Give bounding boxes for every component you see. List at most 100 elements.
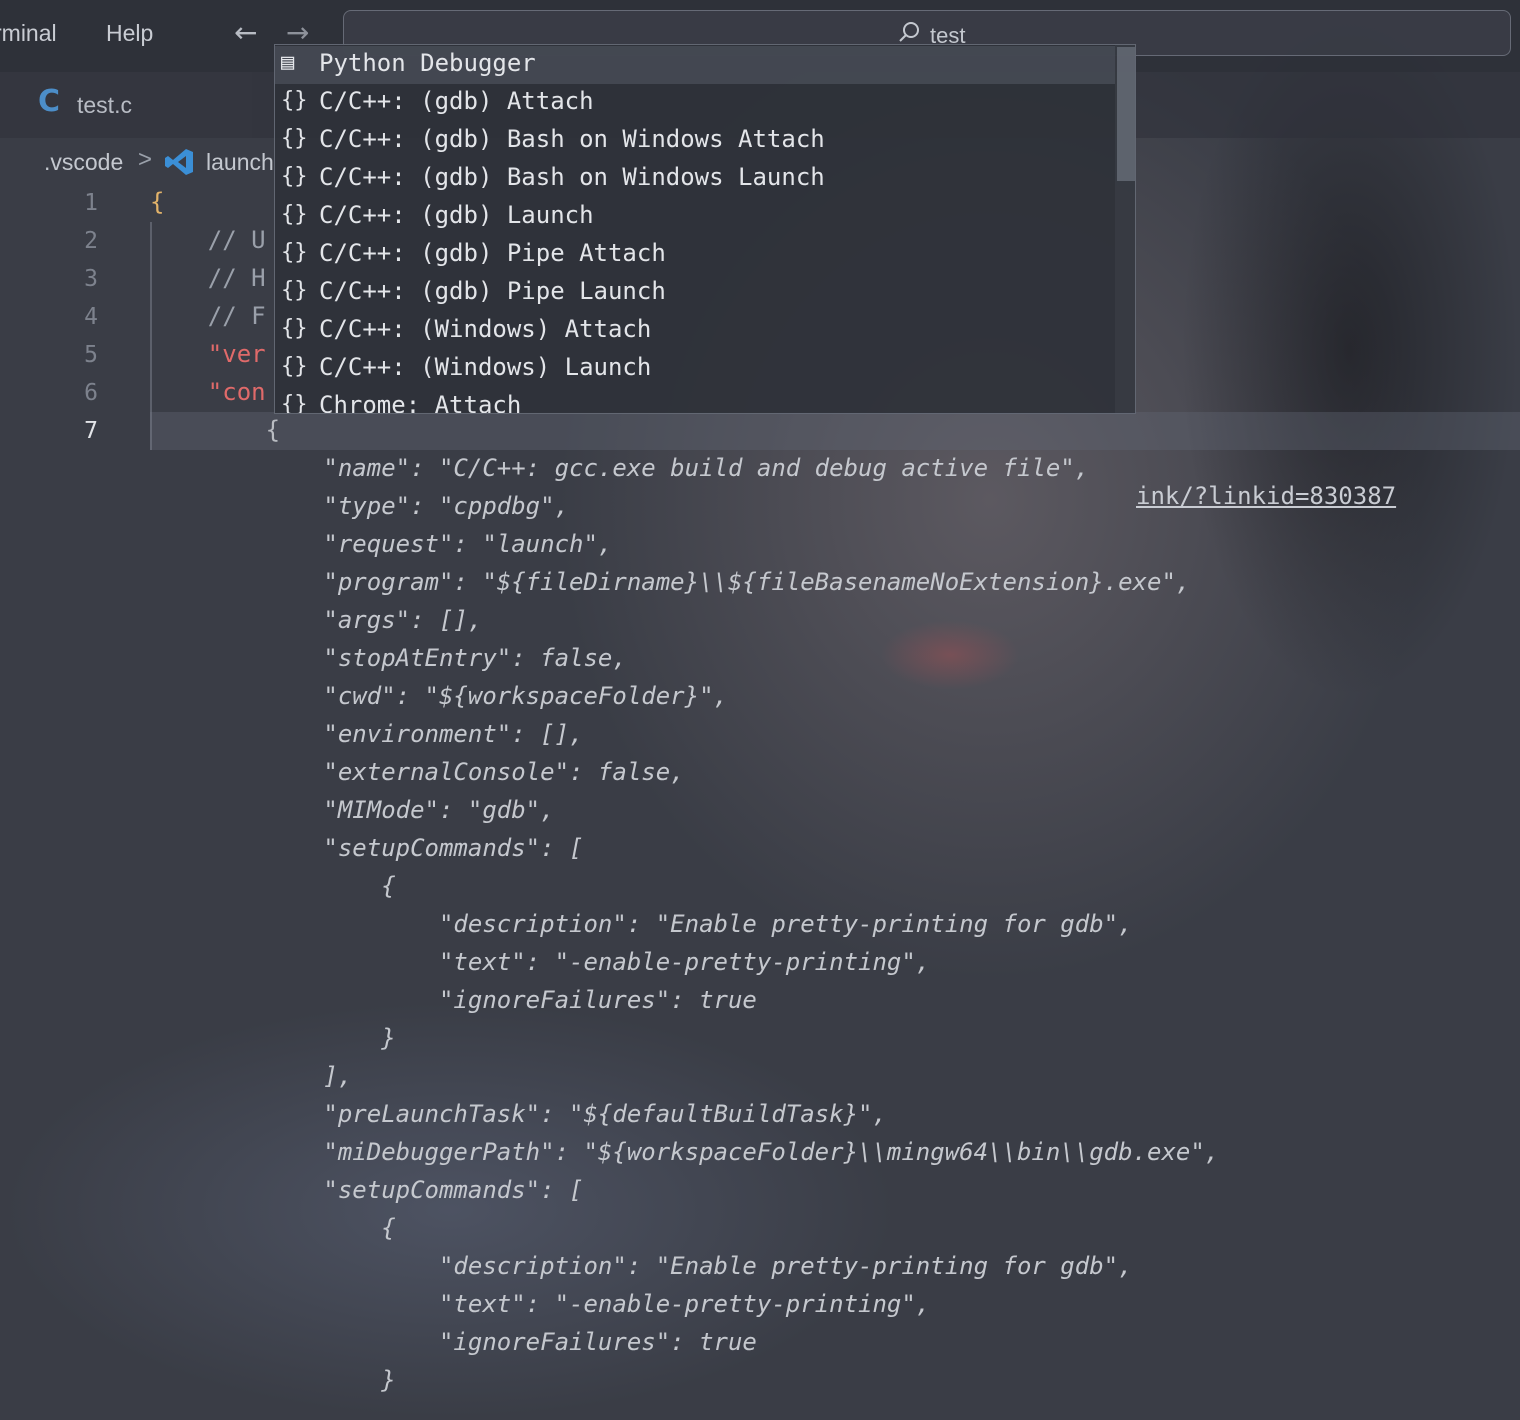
suggestion-item[interactable]: {} C/C++: (gdb) Bash on Windows Launch	[275, 160, 1115, 198]
suggestion-scrollbar[interactable]	[1115, 45, 1135, 413]
code-line-text: }	[150, 1366, 396, 1394]
code-line-text: // U	[150, 226, 266, 254]
suggestion-label: C/C++: (gdb) Pipe Launch	[319, 277, 666, 305]
code-line[interactable]: "environment": [],	[150, 720, 583, 748]
breadcrumb-folder[interactable]: .vscode	[44, 149, 123, 176]
code-line[interactable]: "preLaunchTask": "${defaultBuildTask}",	[150, 1100, 887, 1128]
code-line-text: // F	[150, 302, 266, 330]
code-line-text: "name": "C/C++: gcc.exe build and debug …	[150, 454, 1090, 482]
code-line[interactable]: "type": "cppdbg",	[150, 492, 569, 520]
code-line-text: {	[150, 188, 165, 216]
code-line[interactable]: // U	[150, 226, 266, 254]
code-line-text: "program": "${fileDirname}\\${fileBasena…	[150, 568, 1191, 596]
chevron-right-icon: >	[138, 146, 153, 173]
braces-icon: {}	[281, 392, 308, 414]
code-line[interactable]: "text": "-enable-pretty-printing",	[150, 1290, 930, 1318]
code-line[interactable]: ],	[150, 1062, 352, 1090]
code-line-text: }	[150, 1024, 396, 1052]
line-number: 5	[84, 342, 98, 368]
code-line[interactable]: "MIMode": "gdb",	[150, 796, 555, 824]
current-line-highlight	[150, 412, 1520, 450]
suggestion-label: Python Debugger	[319, 49, 536, 77]
code-line[interactable]: "stopAtEntry": false,	[150, 644, 626, 672]
suggestion-label: Chrome: Attach	[319, 391, 522, 414]
code-line[interactable]: "miDebuggerPath": "${workspaceFolder}\\m…	[150, 1138, 1219, 1166]
suggestion-item[interactable]: {} C/C++: (gdb) Pipe Launch	[275, 274, 1115, 312]
code-line[interactable]: "program": "${fileDirname}\\${fileBasena…	[150, 568, 1190, 596]
code-line-text: {	[150, 416, 281, 444]
search-icon	[899, 22, 919, 42]
code-line[interactable]: }	[150, 1024, 396, 1052]
code-line-text: "ignoreFailures": true	[150, 986, 757, 1014]
code-line-text: "request": "launch",	[150, 530, 613, 558]
code-line[interactable]: "externalConsole": false,	[150, 758, 685, 786]
code-line[interactable]: "setupCommands": [	[150, 834, 583, 862]
tab-label: test.c	[77, 92, 132, 118]
line-number: 2	[84, 228, 98, 254]
code-line[interactable]: "description": "Enable pretty-printing f…	[150, 910, 1133, 938]
code-line-text: {	[150, 872, 396, 900]
code-line-text: "externalConsole": false,	[150, 758, 685, 786]
suggestion-item[interactable]: {} C/C++: (gdb) Pipe Attach	[275, 236, 1115, 274]
c-language-icon: C	[38, 84, 61, 119]
code-line[interactable]: // H	[150, 264, 266, 292]
code-line[interactable]: "ignoreFailures": true	[150, 1328, 757, 1356]
code-line-text: ],	[150, 1062, 353, 1090]
line-number: 1	[84, 190, 98, 216]
code-line-text: "environment": [],	[150, 720, 584, 748]
braces-icon: {}	[281, 354, 308, 379]
code-line[interactable]: "text": "-enable-pretty-printing",	[150, 948, 930, 976]
line-number: 7	[84, 418, 98, 444]
suggestion-item[interactable]: {} C/C++: (Windows) Attach	[275, 312, 1115, 350]
suggestion-label: C/C++: (gdb) Launch	[319, 201, 594, 229]
code-line[interactable]: "setupCommands": [	[150, 1176, 583, 1204]
suggestion-item[interactable]: ▤ Python Debugger	[275, 46, 1115, 84]
code-line[interactable]: }	[150, 1366, 396, 1394]
code-line[interactable]: {	[150, 1214, 395, 1242]
braces-icon: {}	[281, 240, 308, 265]
code-line[interactable]: "con	[150, 378, 266, 406]
line-number: 6	[84, 380, 98, 406]
code-line-text: "MIMode": "gdb",	[150, 796, 555, 824]
scrollbar-thumb[interactable]	[1117, 47, 1135, 181]
suggestion-item[interactable]: {} C/C++: (Windows) Launch	[275, 350, 1115, 388]
code-line[interactable]: {	[150, 188, 164, 216]
code-line-text: "setupCommands": [	[150, 1176, 584, 1204]
code-line[interactable]: "name": "C/C++: gcc.exe build and debug …	[150, 454, 1089, 482]
menu-terminal[interactable]: rminal	[0, 20, 57, 47]
suggestion-item[interactable]: {} C/C++: (gdb) Launch	[275, 198, 1115, 236]
suggestion-item[interactable]: {} C/C++: (gdb) Attach	[275, 84, 1115, 122]
breadcrumb-file[interactable]: launch	[206, 149, 274, 176]
code-line[interactable]: // F	[150, 302, 266, 330]
code-line[interactable]: "description": "Enable pretty-printing f…	[150, 1252, 1133, 1280]
code-line[interactable]: {	[150, 872, 396, 900]
line-number: 3	[84, 266, 98, 292]
code-line[interactable]: "request": "launch",	[150, 530, 612, 558]
suggestion-label: C/C++: (gdb) Attach	[319, 87, 594, 115]
code-link[interactable]: ink/?linkid=830387	[1136, 482, 1396, 510]
code-line[interactable]: "args": [],	[150, 606, 482, 634]
tab-test-c[interactable]: C test.c	[0, 72, 252, 138]
code-line[interactable]: {	[150, 416, 280, 444]
back-arrow-icon[interactable]: ←	[234, 16, 257, 49]
code-line-text: "ignoreFailures": true	[150, 1328, 757, 1356]
suggestion-item[interactable]: {} C/C++: (gdb) Bash on Windows Attach	[275, 122, 1115, 160]
code-line-text: "text": "-enable-pretty-printing",	[150, 948, 931, 976]
suggestion-item[interactable]: {} Chrome: Attach	[275, 388, 1115, 414]
code-line-text: "description": "Enable pretty-printing f…	[150, 1252, 1133, 1280]
code-line-text: "args": [],	[150, 606, 483, 634]
code-line[interactable]: "ignoreFailures": true	[150, 986, 757, 1014]
menu-help[interactable]: Help	[106, 20, 153, 47]
braces-icon: {}	[281, 164, 308, 189]
debugger-suggestion-list[interactable]: ▤ Python Debugger {} C/C++: (gdb) Attach {} C…	[274, 44, 1136, 414]
code-line[interactable]: "cwd": "${workspaceFolder}",	[150, 682, 728, 710]
code-line-text: "cwd": "${workspaceFolder}",	[150, 682, 728, 710]
vscode-file-icon	[165, 149, 193, 175]
code-line-text: "ver	[150, 340, 266, 368]
code-line-text: "preLaunchTask": "${defaultBuildTask}",	[150, 1100, 887, 1128]
suggestion-label: C/C++: (gdb) Bash on Windows Attach	[319, 125, 825, 153]
suggestion-label: C/C++: (gdb) Bash on Windows Launch	[319, 163, 825, 191]
code-line[interactable]: "ver	[150, 340, 266, 368]
code-line-text: "type": "cppdbg",	[150, 492, 570, 520]
line-number: 4	[84, 304, 98, 330]
